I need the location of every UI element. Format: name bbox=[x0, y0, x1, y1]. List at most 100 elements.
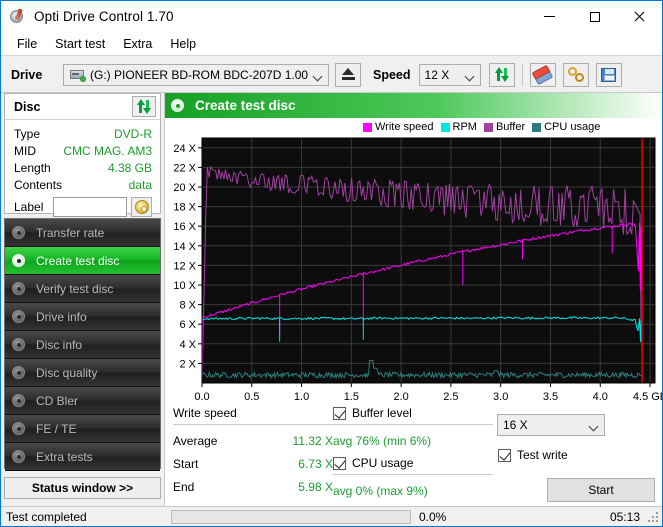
test-write-checkbox[interactable] bbox=[498, 448, 511, 462]
main-panel: Create test disc Write speed RPM Buffer bbox=[164, 93, 662, 506]
buffer-level-value: avg 76% (min 6%) bbox=[333, 434, 432, 448]
sidebar-item-label: Create test disc bbox=[36, 253, 120, 268]
disc-type-value: DVD-R bbox=[114, 126, 152, 141]
toolbar-speed-value: 12 X bbox=[424, 67, 450, 82]
disc-refresh-button[interactable] bbox=[132, 96, 156, 117]
refresh-button[interactable] bbox=[488, 62, 515, 87]
svg-text:18 X: 18 X bbox=[173, 202, 196, 214]
sidebar-item-label: CD Bler bbox=[36, 393, 79, 408]
menu-bar: File Start test Extra Help bbox=[1, 32, 662, 56]
disc-icon bbox=[12, 393, 29, 408]
progress-percent: 0.0% bbox=[419, 509, 447, 524]
menu-item-help[interactable]: Help bbox=[162, 34, 204, 54]
svg-text:4 X: 4 X bbox=[179, 339, 196, 351]
drive-select[interactable]: (G:) PIONEER BD-ROM BDC-207D 1.00 bbox=[63, 63, 329, 86]
disc-label-browse-button[interactable] bbox=[131, 197, 152, 217]
svg-text:2.5: 2.5 bbox=[443, 391, 458, 403]
window-controls bbox=[527, 1, 662, 32]
cpu-usage-checkbox-row[interactable]: CPU usage bbox=[333, 456, 493, 470]
sidebar-item-create-test-disc[interactable]: Create test disc bbox=[5, 247, 160, 275]
stat-label: Start bbox=[173, 457, 199, 471]
sidebar-item-drive-info[interactable]: Drive info bbox=[5, 303, 160, 331]
gold-disc-icon bbox=[134, 200, 149, 214]
window-title: Opti Drive Control 1.70 bbox=[34, 9, 174, 24]
disc-icon bbox=[12, 449, 29, 464]
svg-text:22 X: 22 X bbox=[173, 162, 196, 174]
svg-text:20 X: 20 X bbox=[173, 182, 196, 194]
disc-icon bbox=[12, 309, 29, 324]
toolbar: Drive (G:) PIONEER BD-ROM BDC-207D 1.00 … bbox=[1, 57, 662, 93]
divider bbox=[173, 424, 333, 425]
sidebar-item-disc-quality[interactable]: Disc quality bbox=[5, 359, 160, 387]
main-title: Create test disc bbox=[195, 98, 296, 113]
disc-icon bbox=[171, 98, 187, 113]
chain-link-icon bbox=[567, 67, 584, 82]
save-button[interactable] bbox=[595, 62, 622, 87]
test-write-checkbox-row[interactable]: Test write bbox=[498, 448, 568, 462]
eject-button[interactable] bbox=[335, 62, 361, 87]
menu-item-file[interactable]: File bbox=[9, 34, 45, 54]
menu-item-extra[interactable]: Extra bbox=[115, 34, 160, 54]
disc-panel-title: Disc bbox=[14, 99, 41, 114]
sidebar-item-verify-test-disc[interactable]: Verify test disc bbox=[5, 275, 160, 303]
start-button[interactable]: Start bbox=[547, 478, 655, 502]
status-window-button[interactable]: Status window >> bbox=[4, 477, 161, 499]
svg-text:2.0: 2.0 bbox=[393, 391, 408, 403]
sidebar-item-extra-tests[interactable]: Extra tests bbox=[5, 443, 160, 471]
svg-text:12 X: 12 X bbox=[173, 260, 196, 272]
disc-icon bbox=[12, 365, 29, 380]
disc-length-label: Length bbox=[14, 160, 51, 175]
svg-text:10 X: 10 X bbox=[173, 280, 196, 292]
stat-row-end: End 5.98 X bbox=[173, 480, 333, 494]
resize-grip[interactable] bbox=[648, 512, 659, 523]
sidebar-item-label: Extra tests bbox=[36, 449, 93, 464]
stat-value: 5.98 X bbox=[298, 480, 333, 494]
svg-text:0.5: 0.5 bbox=[244, 391, 259, 403]
test-speed-select[interactable]: 16 X bbox=[497, 414, 605, 436]
divider bbox=[333, 424, 493, 425]
sidebar-item-fe-te[interactable]: FE / TE bbox=[5, 415, 160, 443]
main-header: Create test disc bbox=[165, 93, 662, 118]
disc-icon bbox=[12, 225, 29, 240]
test-write-label: Test write bbox=[517, 448, 568, 462]
disc-info-panel: Disc Type DVD-R MID CMC MAG. AM3 Length … bbox=[4, 93, 161, 217]
disc-row-type: Type DVD-R bbox=[14, 125, 152, 142]
drive-value: (G:) PIONEER BD-ROM BDC-207D 1.00 bbox=[90, 67, 309, 82]
close-button[interactable] bbox=[617, 1, 662, 32]
svg-text:14 X: 14 X bbox=[173, 241, 196, 253]
title-bar: Opti Drive Control 1.70 bbox=[1, 1, 662, 32]
minimize-button[interactable] bbox=[527, 1, 572, 32]
app-disc-icon bbox=[10, 8, 26, 25]
disc-panel-header: Disc bbox=[5, 94, 160, 120]
erase-button[interactable] bbox=[529, 62, 556, 87]
sidebar-item-transfer-rate[interactable]: Transfer rate bbox=[5, 219, 160, 247]
chevron-down-icon bbox=[464, 71, 474, 81]
svg-text:3.5: 3.5 bbox=[543, 391, 558, 403]
maximize-button[interactable] bbox=[572, 1, 617, 32]
cpu-usage-checkbox[interactable] bbox=[333, 456, 346, 470]
disc-row-length: Length 4.38 GB bbox=[14, 159, 152, 176]
disc-label-row: Label bbox=[14, 197, 152, 217]
stat-row-start: Start 6.73 X bbox=[173, 457, 333, 471]
svg-text:24 X: 24 X bbox=[173, 143, 196, 155]
sidebar-item-disc-info[interactable]: Disc info bbox=[5, 331, 160, 359]
refresh-icon bbox=[136, 99, 152, 114]
bitsetting-button[interactable] bbox=[562, 62, 589, 87]
sidebar-item-cd-bler[interactable]: CD Bler bbox=[5, 387, 160, 415]
minimize-icon bbox=[544, 16, 555, 17]
chevron-down-icon bbox=[588, 421, 599, 432]
menu-item-start-test[interactable]: Start test bbox=[47, 34, 113, 54]
sidebar-item-label: Disc quality bbox=[36, 365, 98, 380]
cpu-usage-value: avg 0% (max 9%) bbox=[333, 484, 428, 498]
stat-label: End bbox=[173, 480, 195, 494]
svg-text:4.0: 4.0 bbox=[593, 391, 608, 403]
test-speed-value: 16 X bbox=[503, 418, 528, 432]
divider bbox=[333, 474, 493, 475]
svg-text:3.0: 3.0 bbox=[493, 391, 508, 403]
toolbar-speed-select[interactable]: 12 X bbox=[418, 63, 481, 86]
disc-icon bbox=[12, 281, 29, 296]
disc-label-input[interactable] bbox=[53, 197, 127, 217]
buffer-level-checkbox[interactable] bbox=[333, 406, 346, 420]
disc-type-label: Type bbox=[14, 126, 41, 141]
buffer-level-checkbox-row[interactable]: Buffer level bbox=[333, 406, 493, 420]
